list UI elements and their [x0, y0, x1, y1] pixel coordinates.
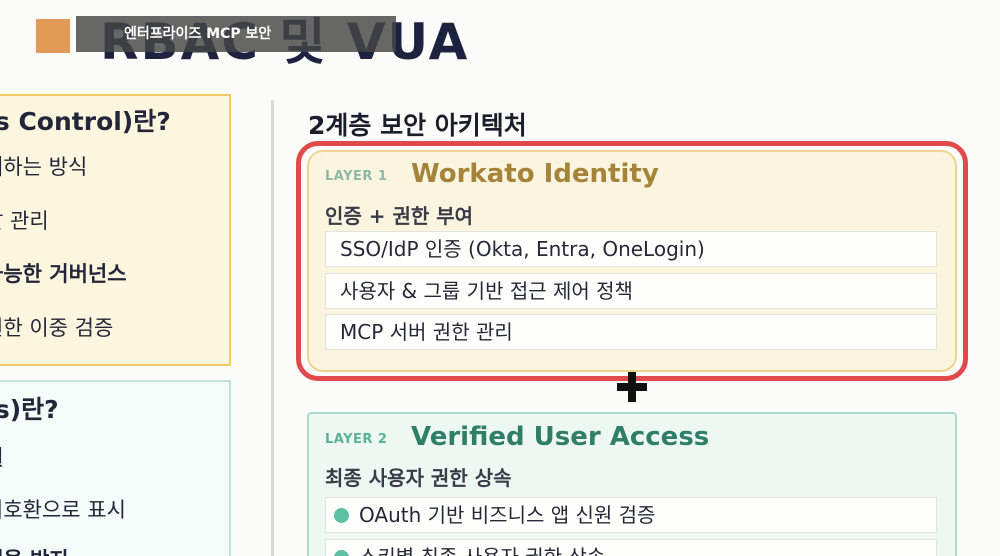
left-box1-line4: 권한 이중 검증: [0, 316, 114, 340]
accent-square-icon: [36, 19, 70, 53]
vertical-divider: [271, 100, 274, 556]
section-heading: 2계층 보안 아키텍처: [308, 111, 527, 140]
bullet-dot-icon: [334, 550, 349, 556]
layer2-title: Verified User Access: [411, 422, 710, 452]
layer2-card: LAYER 2 Verified User Access 최종 사용자 권한 상…: [307, 412, 957, 556]
left-info-box-rbac: ss Control)란? 어하는 방식 발 관리 가능한 거버넌스 권한 이중…: [0, 94, 231, 366]
layer2-number: LAYER 2: [325, 432, 388, 447]
plus-icon: [617, 372, 647, 402]
left-box2-line1: 결: [0, 442, 3, 472]
caption-overlay: 엔터프라이즈 MCP 보안: [76, 16, 396, 52]
left-box1-line1-rest: 하는 방식: [3, 155, 88, 179]
left-box1-line3: 가능한 거버넌스: [0, 262, 127, 286]
left-box2-line2: 비호환으로 표시: [0, 498, 126, 522]
left-box1-line2: 발 관리: [0, 209, 49, 233]
left-box2-line3: 해을 방지: [0, 544, 69, 556]
layer2-item: OAuth 기반 비즈니스 앱 신원 검증: [325, 497, 937, 533]
highlight-outline: [296, 141, 968, 381]
layer2-subtitle: 최종 사용자 권한 상속: [325, 466, 512, 490]
bullet-dot-icon: [334, 508, 349, 523]
left-info-box-vua: ss)란? 결 비호환으로 표시 해을 방지: [0, 380, 231, 556]
left-box1-title: ss Control)란?: [0, 107, 171, 136]
layer2-item-text: OAuth 기반 비즈니스 앱 신원 검증: [359, 503, 656, 527]
layer2-item: 스키별 최종 사용자 권한 상속: [325, 539, 937, 556]
left-box2-title: ss)란?: [0, 395, 59, 424]
left-box1-line1: 어하는 방식: [0, 151, 87, 181]
layer2-item-text: 스키별 최종 사용자 권한 상속: [359, 545, 605, 556]
